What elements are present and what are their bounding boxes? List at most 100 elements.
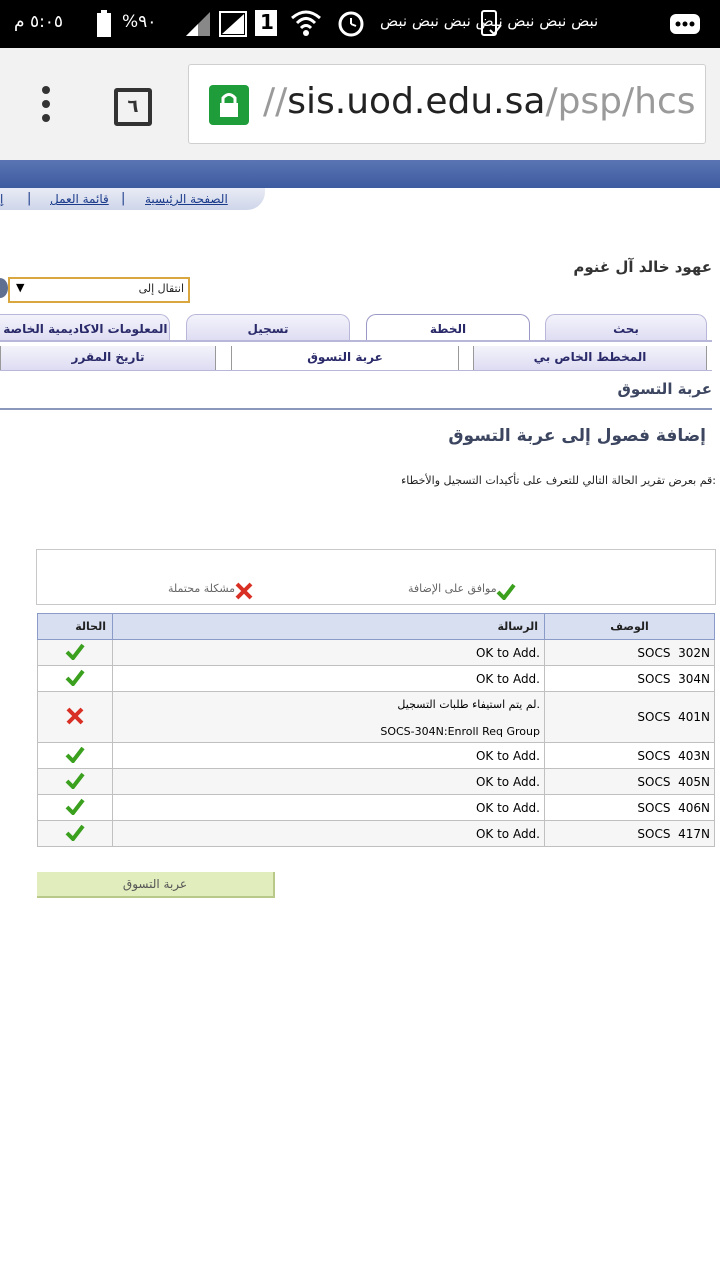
description-cell: SOCS 417N — [544, 820, 715, 847]
check-icon — [496, 582, 516, 602]
battery-icon — [94, 10, 114, 38]
course-code: SOCS 405N — [637, 774, 710, 789]
description-cell: SOCS 406N — [544, 794, 715, 821]
message-cell: OK to Add. — [112, 820, 545, 847]
go-button[interactable] — [0, 278, 8, 298]
signal-icon-2 — [218, 8, 248, 38]
check-icon — [65, 824, 85, 844]
course-code: SOCS 403N — [637, 748, 710, 763]
message-cell: OK to Add. — [112, 665, 545, 692]
subtab-divider — [0, 370, 712, 371]
instructions-text: قم بعرض تقرير الحالة التالي للتعرف على ت… — [401, 474, 716, 487]
status-cell — [37, 639, 113, 666]
table-row: OK to Add. SOCS 417N — [37, 820, 715, 847]
check-icon — [65, 746, 85, 766]
course-code: SOCS 401N — [637, 710, 710, 724]
course-code: SOCS 417N — [637, 826, 710, 841]
nav-separator: | — [121, 191, 126, 206]
nav-link-worklist[interactable]: قائمة العمل — [50, 192, 109, 206]
message-cell: لم يتم استيفاء طلبات التسجيل. SOCS-304N:E… — [112, 691, 545, 743]
course-code: SOCS 406N — [637, 800, 710, 815]
goto-select[interactable]: ▼ انتقال إلى — [8, 277, 190, 303]
table-row: OK to Add. SOCS 304N — [37, 665, 715, 692]
nav-link-home[interactable]: الصفحة الرئيسية — [145, 192, 228, 206]
table-row: لم يتم استيفاء طلبات التسجيل. SOCS-304N:E… — [37, 691, 715, 743]
tab-divider — [0, 340, 712, 342]
message-text: OK to Add. — [475, 671, 540, 686]
table-body: OK to Add. SOCS 302N OK to Add. SOCS 304N لم… — [37, 639, 715, 847]
course-code: SOCS 302N — [637, 645, 710, 660]
url-path: /psp/hcs — [545, 81, 696, 122]
browser-toolbar: ٦ //sis.uod.edu.sa/psp/hcs — [0, 48, 720, 160]
table-row: OK to Add. SOCS 403N — [37, 742, 715, 769]
overflow-menu-icon[interactable] — [38, 86, 54, 126]
goto-select-value: انتقال إلى — [138, 282, 184, 295]
table-header-row: الحالة الرسالة الوصف — [37, 613, 715, 640]
message-cell: OK to Add. — [112, 768, 545, 795]
description-cell: SOCS 403N — [544, 742, 715, 769]
dropdown-arrow-icon: ▼ — [16, 281, 25, 294]
check-icon — [65, 798, 85, 818]
status-cell — [37, 768, 113, 795]
status-table: الحالة الرسالة الوصف OK to Add. SOCS 302N… — [37, 613, 715, 847]
description-cell: SOCS 302N — [544, 639, 715, 666]
shopping-cart-button[interactable]: عربة التسوق — [37, 872, 275, 898]
section-heading: إضافة فصول إلى عربة التسوق — [448, 426, 706, 446]
status-cell — [37, 820, 113, 847]
sim-label: 1 — [260, 10, 274, 34]
url-prefix: // — [263, 81, 288, 122]
table-row: OK to Add. SOCS 405N — [37, 768, 715, 795]
status-cell — [37, 691, 113, 743]
nav-separator: | — [27, 191, 32, 206]
signal-icon — [184, 8, 212, 38]
table-row: OK to Add. SOCS 406N — [37, 794, 715, 821]
message-text: OK to Add. — [475, 774, 540, 789]
tab-enroll[interactable]: تسجيل — [186, 314, 350, 341]
message-text: OK to Add. — [475, 800, 540, 815]
header-description: الوصف — [544, 613, 715, 640]
subtab-my-planner[interactable]: المخطط الخاص بي — [473, 346, 707, 370]
message-text: OK to Add. — [475, 826, 540, 841]
message-text: OK to Add. — [475, 748, 540, 763]
description-cell: SOCS 304N — [544, 665, 715, 692]
tab-academic-info[interactable]: المعلومات الاكاديمية الخاصة بي — [0, 314, 170, 341]
tab-plan[interactable]: الخطة — [366, 314, 530, 341]
status-cell — [37, 794, 113, 821]
legend-problem-label: مشكلة محتملة — [168, 582, 236, 595]
error-x-icon — [65, 707, 85, 728]
description-cell: SOCS 401N — [544, 691, 715, 743]
page-title: عربة التسوق — [617, 380, 712, 398]
legend-box — [36, 549, 716, 605]
site-header-band — [0, 160, 720, 188]
check-icon — [65, 772, 85, 792]
status-cell — [37, 665, 113, 692]
nav-link-extra[interactable]: إ — [0, 192, 3, 206]
clock: ٥:٠٥ م — [14, 12, 64, 32]
description-cell: SOCS 405N — [544, 768, 715, 795]
header-status: الحالة — [37, 613, 113, 640]
tab-switcher-button[interactable]: ٦ — [114, 88, 152, 126]
message-cell: OK to Add. — [112, 742, 545, 769]
legend-ok-label: موافق على الإضافة — [408, 582, 497, 595]
header-message: الرسالة — [112, 613, 545, 640]
check-icon — [65, 643, 85, 663]
url-text: //sis.uod.edu.sa/psp/hcs — [263, 81, 696, 122]
course-code: SOCS 304N — [637, 671, 710, 686]
subtab-shopping-cart[interactable]: عربة التسوق — [231, 346, 459, 370]
phone-check-icon — [480, 10, 502, 40]
tab-search[interactable]: بحث — [545, 314, 707, 341]
message-cell: OK to Add. — [112, 794, 545, 821]
url-bar[interactable]: //sis.uod.edu.sa/psp/hcs — [188, 64, 706, 144]
message-detail: SOCS-304N:Enroll Req Group — [380, 725, 540, 738]
error-x-icon — [234, 582, 254, 600]
check-icon — [65, 669, 85, 689]
status-cell — [37, 742, 113, 769]
message-cell: OK to Add. — [112, 639, 545, 666]
status-bar: ٥:٠٥ م %٩٠ 1 نبض نبض نبض نبض نبض نبض نبض — [0, 0, 720, 48]
user-name: عهود خالد آل غنوم — [573, 258, 712, 276]
sim-icon: 1 — [254, 8, 278, 38]
wifi-icon — [290, 8, 322, 38]
url-host: sis.uod.edu.sa — [287, 81, 546, 122]
battery-percent: %٩٠ — [122, 12, 157, 32]
subtab-course-history[interactable]: تاريخ المقرر — [0, 346, 216, 370]
